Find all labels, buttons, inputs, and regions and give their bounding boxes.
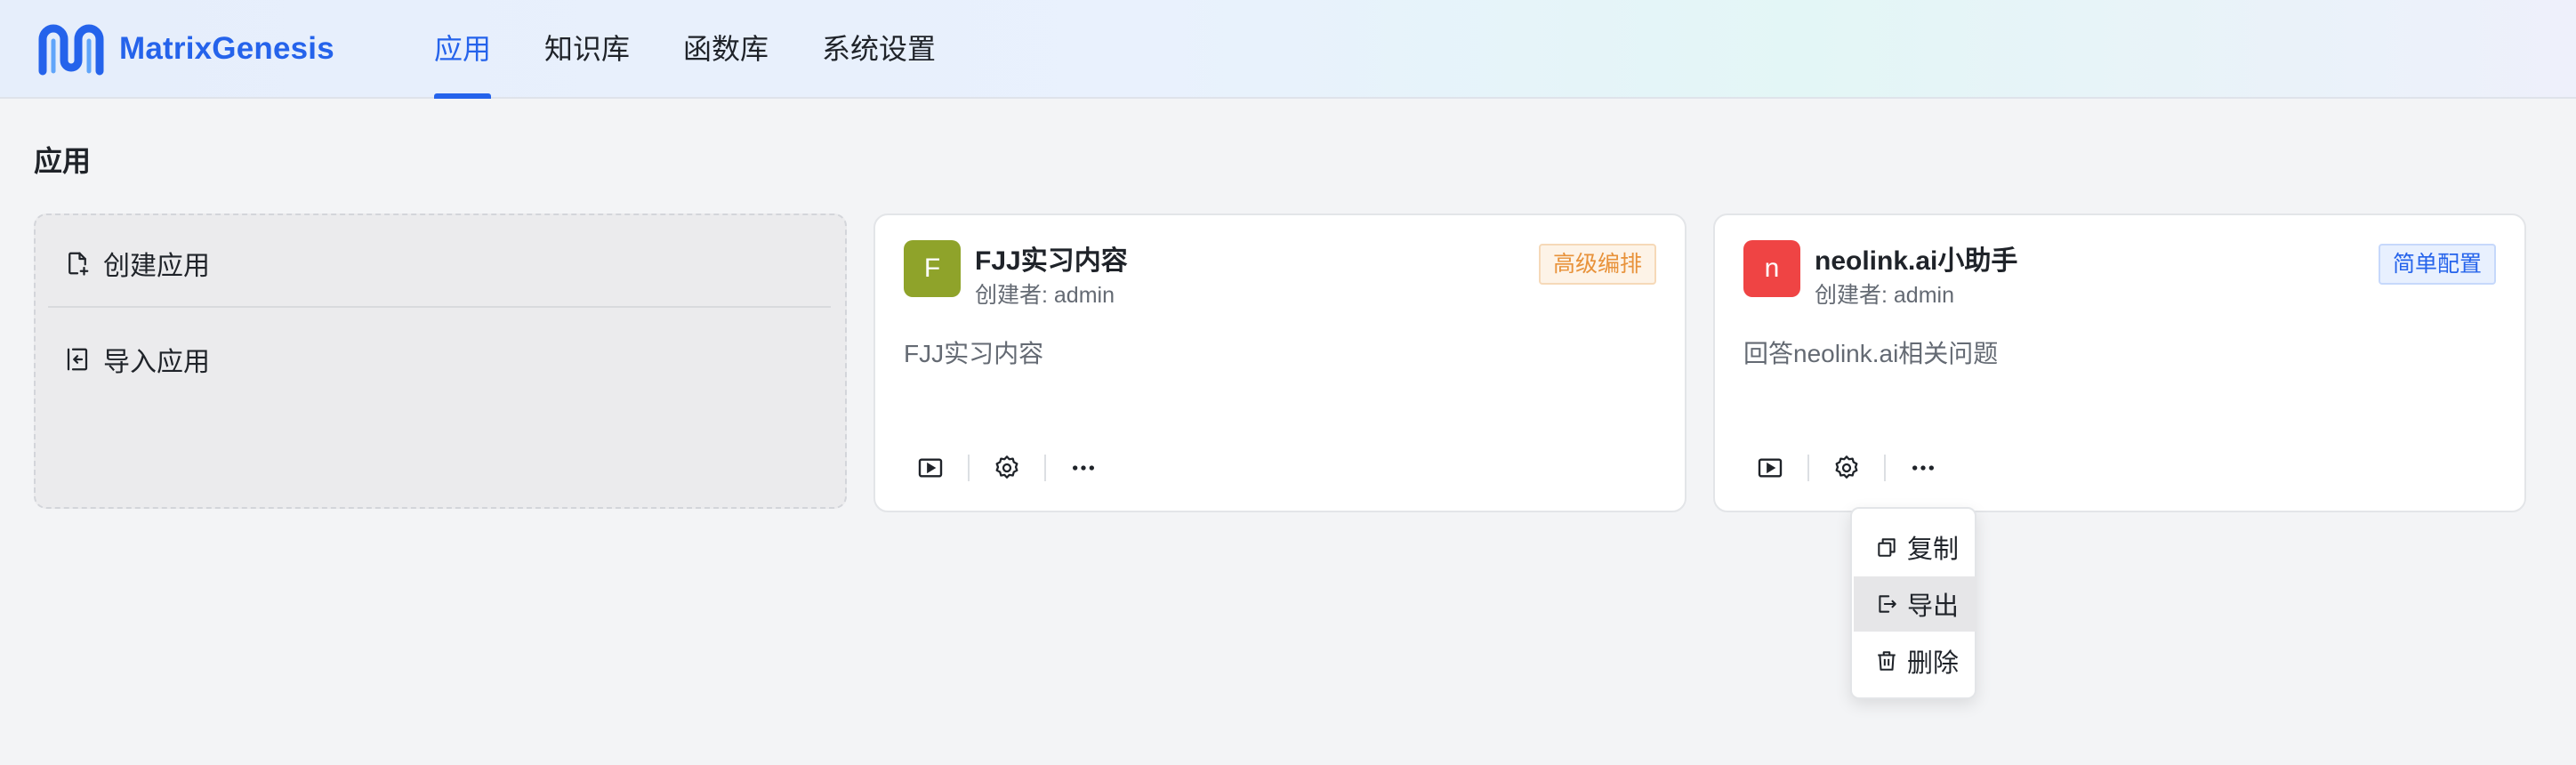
action-divider (1884, 455, 1886, 481)
menu-item-label: 复制 (1907, 536, 1960, 564)
nav-tab-functions[interactable]: 函数库 (683, 0, 769, 99)
menu-item-label: 导出 (1907, 592, 1960, 621)
new-file-icon (68, 252, 89, 276)
app-type-badge: 简单配置 (2378, 244, 2496, 285)
create-app-label: 创建应用 (103, 252, 210, 281)
app-card[interactable]: F FJJ实习内容 创建者: admin 高级编排 FJJ实习内容 (873, 213, 1686, 512)
top-header: MatrixGenesis 应用 知识库 函数库 系统设置 (0, 0, 2576, 99)
nav-tab-settings[interactable]: 系统设置 (822, 0, 936, 99)
export-icon (1879, 595, 1896, 613)
settings-button[interactable] (987, 448, 1026, 487)
run-app-button[interactable] (911, 448, 950, 487)
app-description: 回答neolink.ai相关问题 (1743, 340, 1999, 367)
run-app-button[interactable] (1751, 448, 1790, 487)
app-type-badge: 高级编排 (1538, 244, 1656, 285)
more-button[interactable] (1904, 448, 1943, 487)
app-creator: 创建者: admin (975, 283, 1115, 308)
logo[interactable]: MatrixGenesis (34, 20, 334, 78)
menu-item-copy[interactable]: 复制 (1854, 519, 1976, 575)
card-actions (1751, 448, 1943, 487)
create-app-button[interactable]: 创建应用 (64, 244, 210, 283)
app-avatar: n (1743, 240, 1800, 297)
action-divider (968, 455, 970, 481)
more-horizontal-icon (1912, 465, 1934, 471)
action-divider (1044, 455, 1046, 481)
import-icon (67, 348, 88, 371)
app-avatar: F (904, 240, 961, 297)
settings-button[interactable] (1827, 448, 1866, 487)
import-app-label: 导入应用 (103, 348, 210, 377)
action-divider (1807, 455, 1809, 481)
menu-item-delete[interactable]: 删除 (1854, 633, 1976, 688)
nav-tab-apps[interactable]: 应用 (434, 0, 492, 99)
app-name: FJJ实习内容 (975, 246, 1128, 276)
play-icon (1758, 458, 1783, 478)
play-icon (918, 458, 943, 478)
import-app-button[interactable]: 导入应用 (64, 340, 210, 379)
page-title: 应用 (34, 145, 92, 177)
menu-item-export[interactable]: 导出 (1854, 576, 1976, 632)
gear-icon (995, 455, 1018, 479)
gear-icon (1835, 455, 1858, 479)
app-creator: 创建者: admin (1815, 283, 1954, 308)
logo-icon (38, 24, 104, 76)
nav-tab-knowledge[interactable]: 知识库 (544, 0, 630, 99)
logo-text: MatrixGenesis (119, 31, 334, 66)
app-card[interactable]: n neolink.ai小助手 创建者: admin 简单配置 回答neolin… (1713, 213, 2526, 512)
card-actions (911, 448, 1103, 487)
app-description: FJJ实习内容 (904, 340, 1044, 367)
divider (48, 306, 831, 308)
more-actions-menu: 复制 导出 删除 (1850, 507, 1976, 699)
menu-item-label: 删除 (1907, 649, 1960, 678)
more-horizontal-icon (1073, 465, 1094, 471)
more-button[interactable] (1064, 448, 1103, 487)
trash-icon (1878, 651, 1896, 671)
copy-icon (1878, 538, 1896, 557)
main-nav: 应用 知识库 函数库 系统设置 (434, 0, 989, 99)
app-name: neolink.ai小助手 (1815, 246, 2018, 276)
